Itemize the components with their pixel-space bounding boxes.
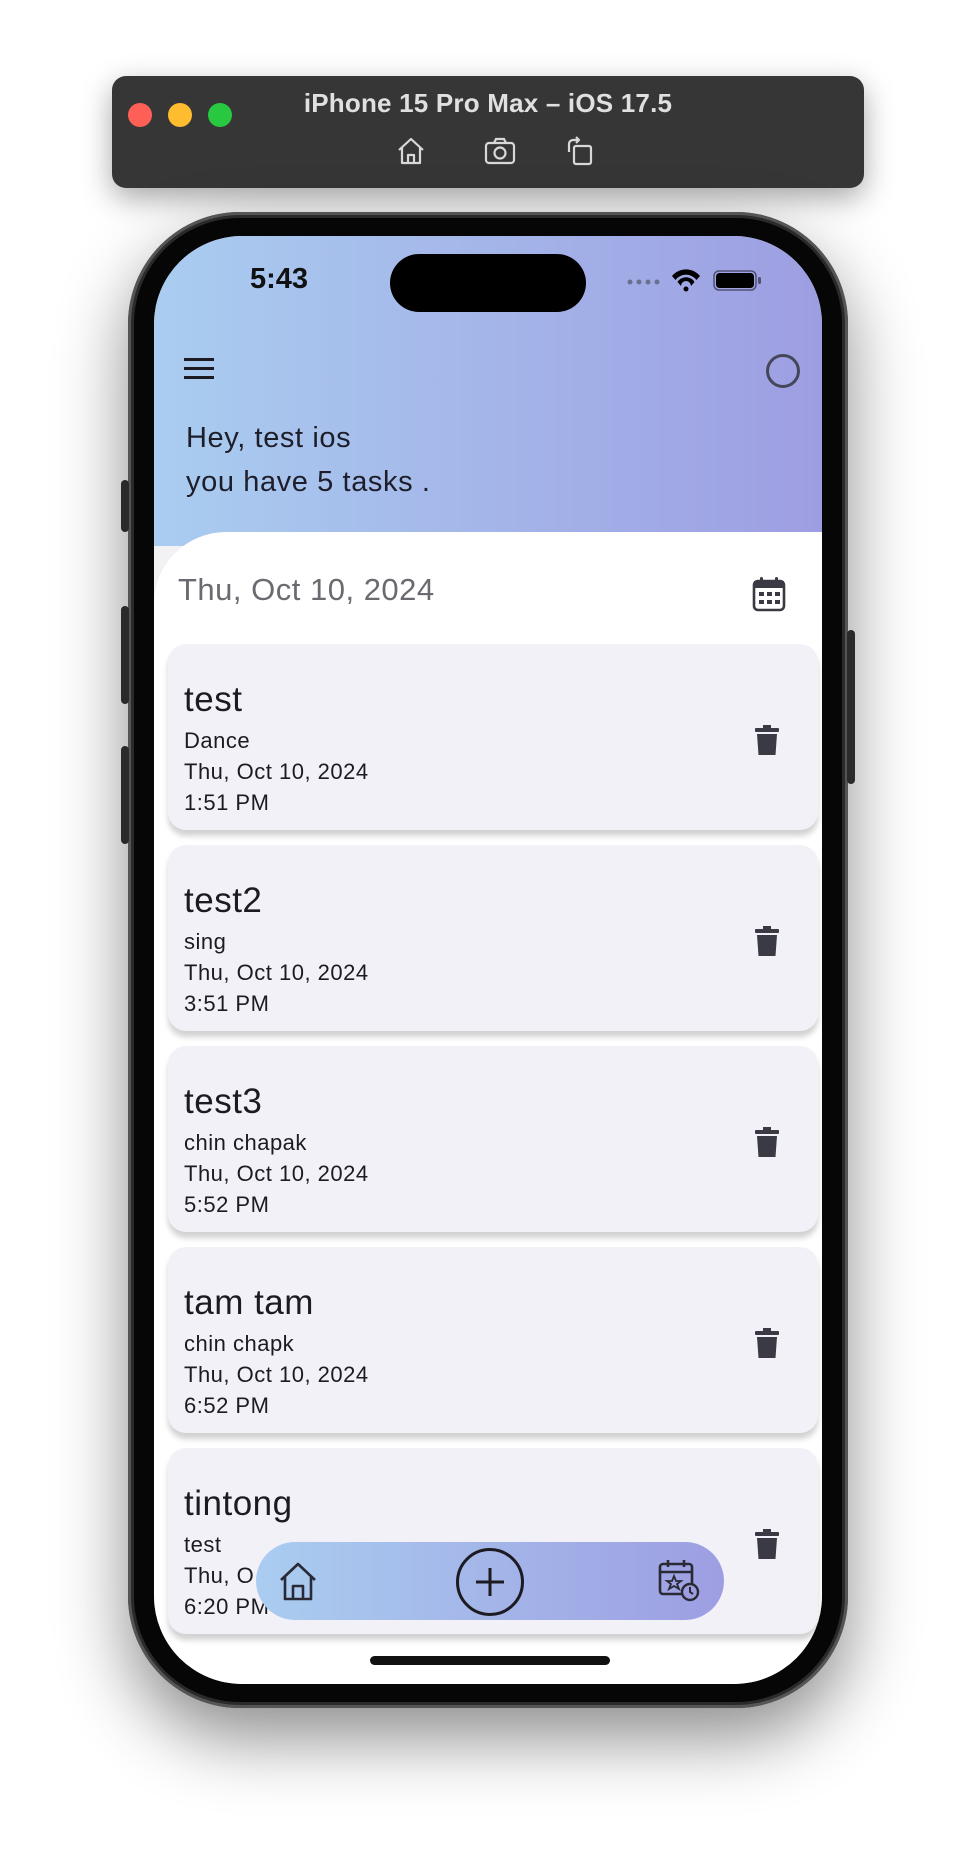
profile-icon[interactable] [766,354,800,388]
task-time: 5:52 PM [184,1192,270,1217]
rotate-icon[interactable] [563,134,597,168]
task-list: test Dance Thu, Oct 10, 2024 1:51 PM tes… [168,644,818,1649]
volume-up-button [121,606,129,704]
greeting: Hey, test ios you have 5 tasks . [186,416,431,504]
task-time: 3:51 PM [184,991,270,1016]
header: 5:43 Hey, test ios you have 5 tasks . [154,236,822,546]
task-date: Thu, Oct 10, 2024 [184,1362,369,1387]
trash-icon[interactable] [754,724,780,756]
dynamic-island [390,254,586,312]
trash-icon[interactable] [754,1126,780,1158]
task-date: Thu, Oct 10, 2024 [184,960,369,985]
task-date: Thu, O [184,1563,255,1588]
home-indicator[interactable] [370,1656,610,1665]
status-time: 5:43 [250,263,309,295]
screenshot-icon[interactable] [483,134,517,168]
task-title: test3 [184,1082,263,1121]
window-title: iPhone 15 Pro Max – iOS 17.5 [303,88,673,118]
home-icon[interactable] [394,134,428,168]
simulator-toolbar: iPhone 15 Pro Max – iOS 17.5 [112,76,864,188]
task-time: 6:52 PM [184,1393,270,1418]
calendar-schedule-icon[interactable] [658,1558,700,1602]
task-category: Dance [184,728,251,753]
task-title: test2 [184,881,263,920]
greeting-name: Hey, test ios [186,422,352,454]
task-category: chin chapak [184,1130,307,1155]
task-card[interactable]: test Dance Thu, Oct 10, 2024 1:51 PM [168,644,818,830]
task-title: test [184,680,243,719]
add-task-button[interactable] [456,1548,524,1616]
task-category: test [184,1532,222,1557]
trash-icon[interactable] [754,1528,780,1560]
menu-icon[interactable] [182,354,216,384]
trash-icon[interactable] [754,925,780,957]
plus-icon [476,1568,504,1596]
home-icon[interactable] [278,1560,318,1602]
volume-down-button [121,746,129,844]
status-icons [627,269,761,292]
task-time: 6:20 PM [184,1594,270,1619]
task-time: 1:51 PM [184,790,270,815]
task-category: sing [184,929,227,954]
task-count-text: you have 5 tasks . [186,466,431,498]
task-card[interactable]: tam tam chin chapk Thu, Oct 10, 2024 6:5… [168,1247,818,1433]
task-title: tintong [184,1484,293,1523]
task-title: tam tam [184,1283,314,1322]
trash-icon[interactable] [754,1327,780,1359]
action-button [121,480,129,532]
task-card[interactable]: test2 sing Thu, Oct 10, 2024 3:51 PM [168,845,818,1031]
task-card[interactable]: test3 chin chapak Thu, Oct 10, 2024 5:52… [168,1046,818,1232]
power-button [847,630,855,784]
bottom-navigation [256,1542,724,1620]
app-screen: 5:43 Hey, test ios you have 5 tasks . Th… [154,236,822,1684]
selected-date: Thu, Oct 10, 2024 [178,572,435,607]
task-date: Thu, Oct 10, 2024 [184,1161,369,1186]
task-sheet: Thu, Oct 10, 2024 test Dance Thu, Oct 10… [154,532,822,1684]
task-date: Thu, Oct 10, 2024 [184,759,369,784]
task-category: chin chapk [184,1331,295,1356]
calendar-icon[interactable] [752,576,786,612]
